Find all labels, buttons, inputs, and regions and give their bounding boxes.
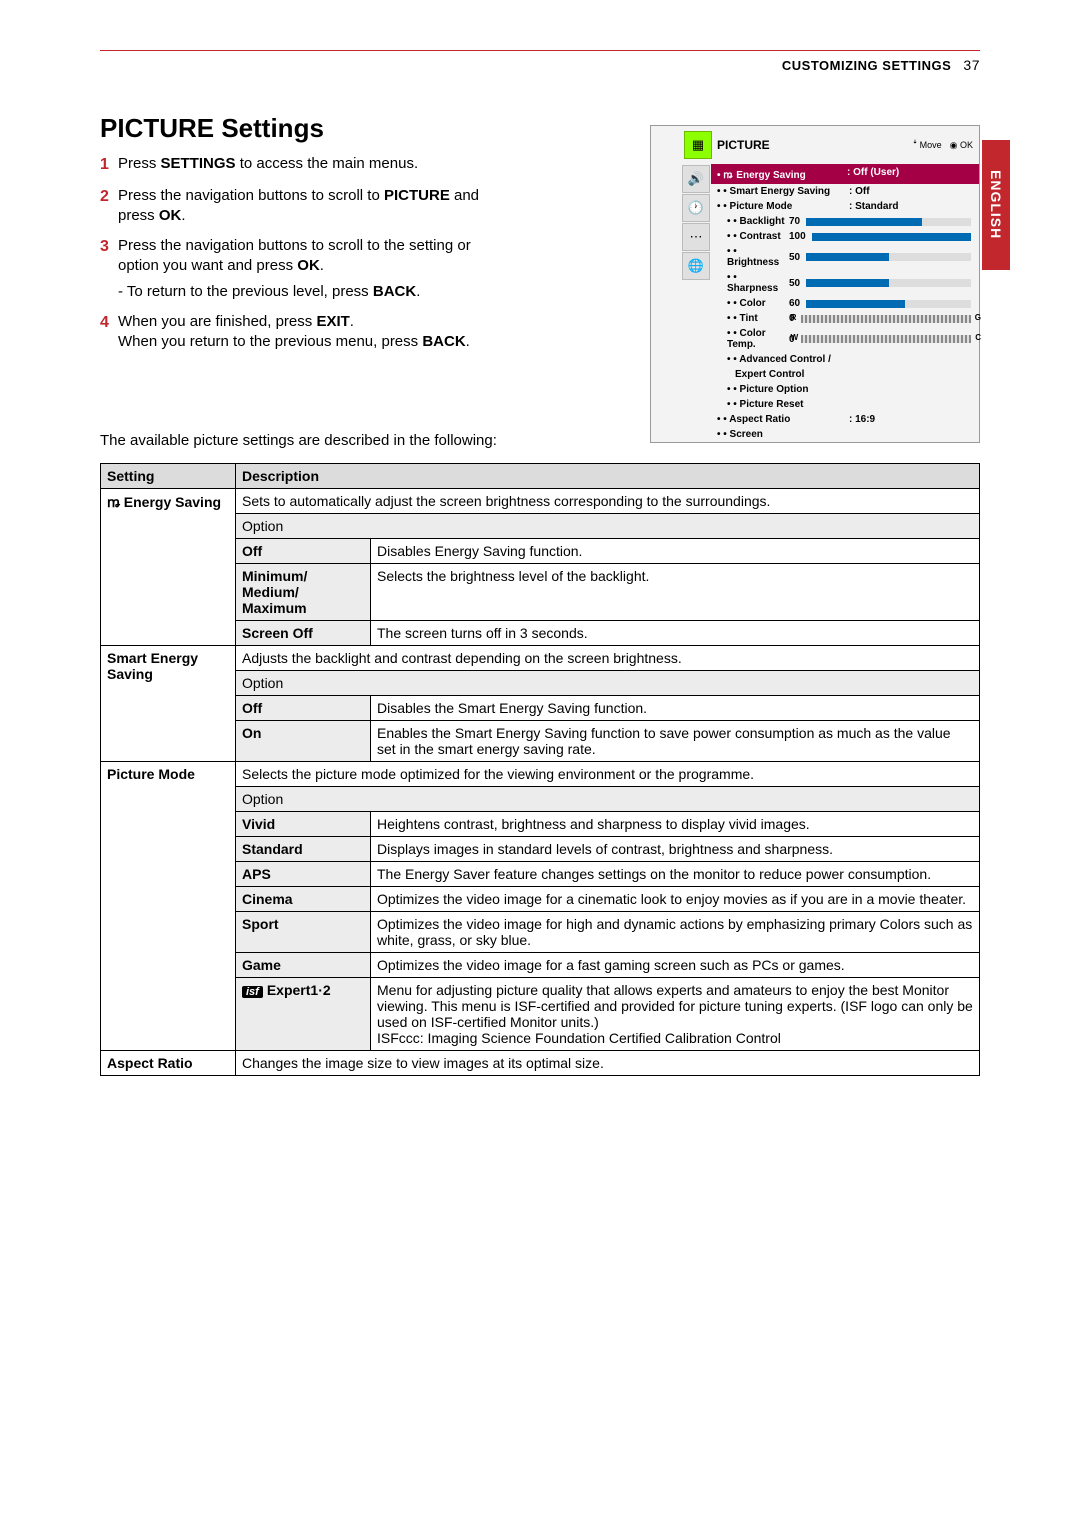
osd-panel: ▦ PICTURE ꜜ Move ◉ OK 🔊 🕐 ⋯ 🌐 • ꬺ Energy… [650,125,980,443]
settings-table: Setting Description ꬺ Energy SavingSets … [100,463,980,1076]
table-header-row: Setting Description [101,464,980,489]
osd-row-brightness: • Brightness50 [711,244,979,270]
osd-row-picoption: • Picture Option [711,382,979,397]
osd-network-icon: 🌐 [682,252,710,280]
osd-row-picreset: • Picture Reset [711,397,979,412]
section-header: CUSTOMIZING SETTINGS 37 [782,57,980,73]
col-description: Description [236,464,980,489]
instruction-list: 1Press SETTINGS to access the main menus… [100,154,500,362]
osd-row-expert: Expert Control [711,367,979,382]
osd-ok-label: ◉ OK [950,140,973,151]
osd-row-sharpness: • Sharpness50 [711,270,979,296]
col-setting: Setting [101,464,236,489]
table-row: Picture ModeSelects the picture mode opt… [101,762,980,787]
osd-row-advanced: • Advanced Control / [711,352,979,367]
osd-option-icon: ⋯ [682,223,710,251]
osd-audio-icon: 🔊 [682,165,710,193]
osd-selected-row: • ꬺ Energy Saving : Off (User) [711,164,979,184]
step-item: 1Press SETTINGS to access the main menus… [100,154,500,176]
osd-row-contrast: • Contrast100 [711,229,979,244]
osd-title: PICTURE [717,138,913,152]
osd-row-tint: • Tint0 [711,311,979,326]
isf-badge-icon: isf [242,986,263,998]
language-tab: ENGLISH [982,140,1010,270]
table-row: Aspect RatioChanges the image size to vi… [101,1051,980,1076]
osd-row-aspect: • Aspect Ratio: 16:9 [711,412,979,427]
page-number: 37 [963,57,980,73]
expert-cell: isfExpert1·2 [236,978,371,1051]
osd-row-pm: • Picture Mode: Standard [711,199,979,214]
step-item: 2Press the navigation buttons to scroll … [100,186,500,227]
osd-row-ses: • Smart Energy Saving: Off [711,184,979,199]
osd-row-color: • Color60 [711,296,979,311]
step-item: 3Press the navigation buttons to scroll … [100,236,500,302]
osd-row-backlight: • Backlight70 [711,214,979,229]
table-row: Smart Energy SavingAdjusts the backlight… [101,646,980,671]
step-item: 4When you are finished, press EXIT.When … [100,312,500,353]
osd-row-colortemp: • Color Temp.0 [711,326,979,352]
osd-picture-icon: ▦ [684,131,712,159]
table-row: ꬺ Energy SavingSets to automatically adj… [101,489,980,514]
osd-move-label: ꜜ Move [913,140,942,150]
osd-time-icon: 🕐 [682,194,710,222]
osd-row-screen: • Screen [711,427,979,442]
